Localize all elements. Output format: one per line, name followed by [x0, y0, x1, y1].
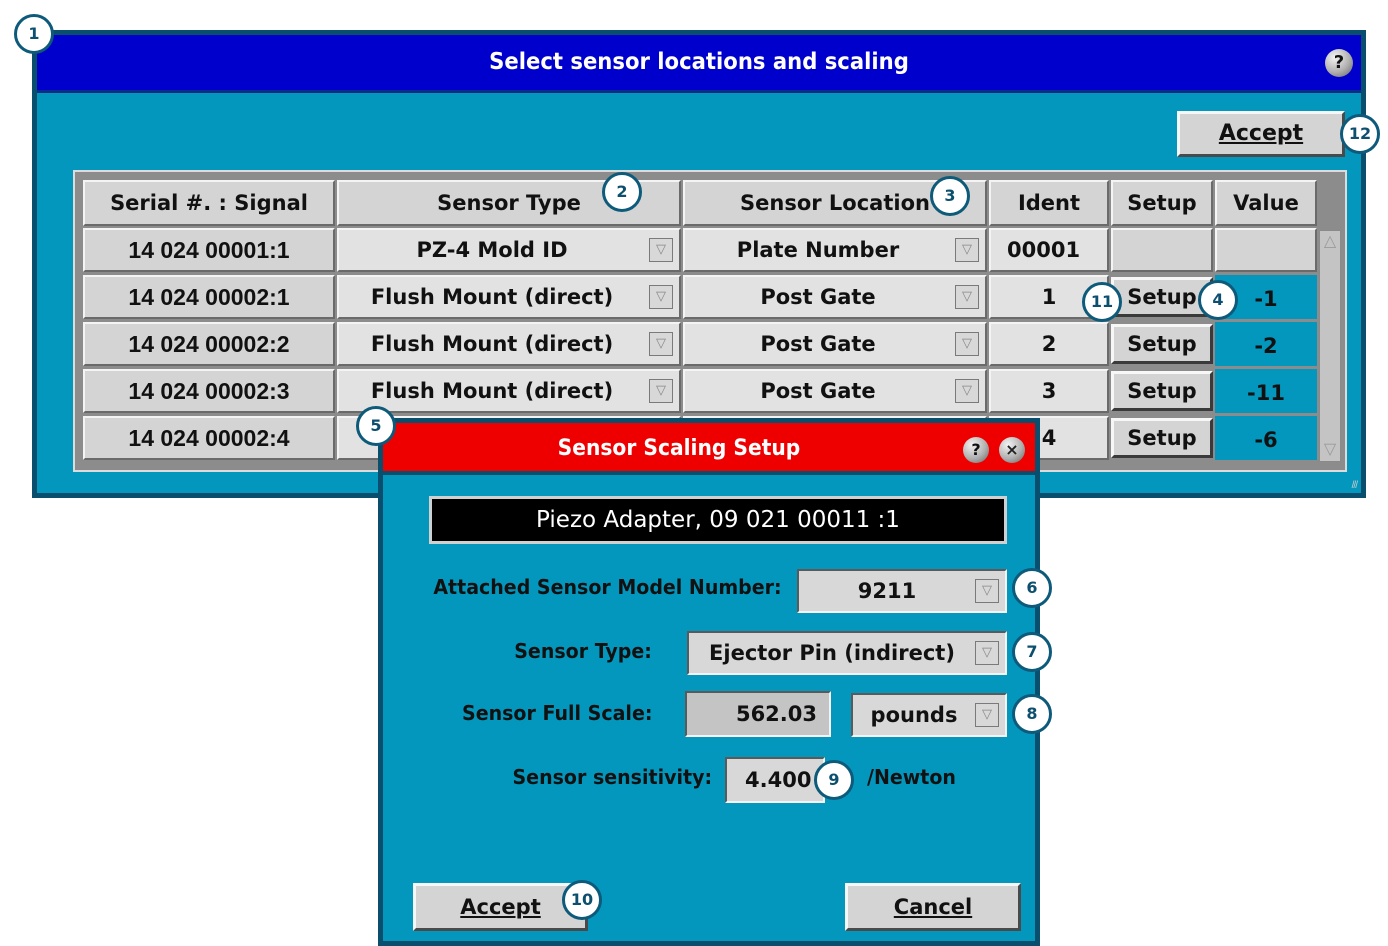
dropdown-arrow-icon[interactable]: ▽: [975, 579, 999, 603]
header-value: Value: [1215, 180, 1317, 226]
window-titlebar[interactable]: Select sensor locations and scaling ?: [37, 35, 1361, 93]
callout-5: 5: [356, 406, 396, 446]
close-icon[interactable]: ×: [999, 437, 1025, 463]
model-number-label: Attached Sensor Model Number:: [433, 575, 782, 599]
header-ident: Ident: [989, 180, 1109, 226]
adapter-display: Piezo Adapter, 09 021 00011 :1: [429, 496, 1007, 544]
model-number-select[interactable]: 9211 ▽: [797, 569, 1007, 613]
dropdown-arrow-icon[interactable]: ▽: [955, 285, 979, 309]
setup-button[interactable]: Setup: [1111, 324, 1213, 364]
ident-field[interactable]: 3: [989, 369, 1109, 413]
value-cell: -6: [1215, 416, 1317, 460]
callout-7: 7: [1012, 632, 1052, 672]
sensor-location-value: Post Gate: [760, 332, 876, 356]
help-icon[interactable]: ?: [963, 437, 989, 463]
sensor-location-select[interactable]: Post Gate ▽: [683, 275, 987, 319]
sensor-type-value: Flush Mount (direct): [370, 379, 614, 403]
resize-grip-icon[interactable]: ///: [1352, 480, 1358, 491]
sensor-scaling-dialog: Sensor Scaling Setup ? × Piezo Adapter, …: [378, 418, 1040, 946]
callout-12: 12: [1340, 114, 1380, 154]
callout-4: 4: [1198, 280, 1238, 320]
sensor-type-value: PZ-4 Mold ID: [416, 238, 568, 262]
dialog-title: Sensor Scaling Setup: [557, 436, 801, 461]
dropdown-arrow-icon[interactable]: ▽: [649, 379, 673, 403]
serial-cell: 14 024 00002:2: [83, 322, 335, 366]
sensor-type-label: Sensor Type:: [514, 639, 652, 663]
value-empty-cell: [1215, 228, 1317, 272]
header-setup: Setup: [1111, 180, 1213, 226]
callout-10: 10: [562, 880, 602, 920]
dropdown-arrow-icon[interactable]: ▽: [649, 238, 673, 262]
dialog-cancel-button[interactable]: Cancel: [845, 883, 1021, 931]
cancel-label: Cancel: [893, 895, 973, 919]
table-scrollbar[interactable]: △ ▽: [1319, 230, 1341, 462]
value-cell: -2: [1215, 322, 1317, 366]
sensor-type-select[interactable]: Flush Mount (direct) ▽: [337, 275, 681, 319]
callout-1: 1: [14, 14, 54, 54]
callout-11: 11: [1082, 282, 1122, 322]
value-cell: -11: [1215, 369, 1317, 413]
dropdown-arrow-icon[interactable]: ▽: [955, 379, 979, 403]
units-select[interactable]: pounds ▽: [851, 693, 1007, 737]
sensor-type-value: Ejector Pin (indirect): [709, 641, 955, 665]
setup-button[interactable]: Setup: [1111, 418, 1213, 458]
callout-8: 8: [1012, 694, 1052, 734]
window-title: Select sensor locations and scaling: [489, 49, 909, 75]
dialog-titlebar[interactable]: Sensor Scaling Setup ? ×: [383, 423, 1035, 475]
dropdown-arrow-icon[interactable]: ▽: [975, 703, 999, 727]
setup-button[interactable]: Setup: [1111, 371, 1213, 411]
accept-label: Accept: [460, 895, 541, 919]
accept-label: Accept: [1218, 121, 1304, 146]
sensor-type-value: Flush Mount (direct): [370, 332, 614, 356]
sensitivity-label: Sensor sensitivity:: [512, 765, 712, 789]
sensor-location-select[interactable]: Post Gate ▽: [683, 369, 987, 413]
help-icon[interactable]: ?: [1325, 49, 1353, 77]
callout-6: 6: [1012, 568, 1052, 608]
sensor-location-value: Post Gate: [760, 285, 876, 309]
sensor-type-select[interactable]: Flush Mount (direct) ▽: [337, 369, 681, 413]
dropdown-arrow-icon[interactable]: ▽: [649, 285, 673, 309]
serial-cell: 14 024 00001:1: [83, 228, 335, 272]
accept-button[interactable]: Accept: [1177, 111, 1345, 157]
dialog-accept-button[interactable]: Accept: [413, 883, 588, 931]
sensor-location-select[interactable]: Plate Number ▽: [683, 228, 987, 272]
sensor-type-select[interactable]: Ejector Pin (indirect) ▽: [687, 631, 1007, 675]
callout-3: 3: [930, 176, 970, 216]
model-number-value: 9211: [857, 579, 917, 603]
scroll-up-icon[interactable]: △: [1320, 231, 1340, 253]
sensor-location-value: Post Gate: [760, 379, 876, 403]
dropdown-arrow-icon[interactable]: ▽: [975, 641, 999, 665]
full-scale-label: Sensor Full Scale:: [461, 701, 652, 725]
dropdown-arrow-icon[interactable]: ▽: [955, 332, 979, 356]
callout-9: 9: [814, 760, 854, 800]
full-scale-value: 562.03: [685, 691, 831, 737]
callout-2: 2: [602, 172, 642, 212]
sensor-type-value: Flush Mount (direct): [370, 285, 614, 309]
serial-cell: 14 024 00002:1: [83, 275, 335, 319]
serial-cell: 14 024 00002:3: [83, 369, 335, 413]
ident-field[interactable]: 00001: [989, 228, 1109, 272]
scroll-down-icon[interactable]: ▽: [1320, 439, 1340, 461]
sensor-location-value: Plate Number: [736, 238, 900, 262]
ident-field[interactable]: 2: [989, 322, 1109, 366]
sensor-location-select[interactable]: Post Gate ▽: [683, 322, 987, 366]
sensor-type-select[interactable]: PZ-4 Mold ID ▽: [337, 228, 681, 272]
sensitivity-input[interactable]: 4.400: [725, 757, 825, 803]
sensitivity-units: /Newton: [867, 765, 956, 789]
units-value: pounds: [870, 703, 958, 727]
header-serial: Serial #. : Signal: [83, 180, 335, 226]
serial-cell: 14 024 00002:4: [83, 416, 335, 460]
sensor-type-select[interactable]: Flush Mount (direct) ▽: [337, 322, 681, 366]
setup-empty-cell: [1111, 228, 1213, 272]
dropdown-arrow-icon[interactable]: ▽: [649, 332, 673, 356]
dropdown-arrow-icon[interactable]: ▽: [955, 238, 979, 262]
